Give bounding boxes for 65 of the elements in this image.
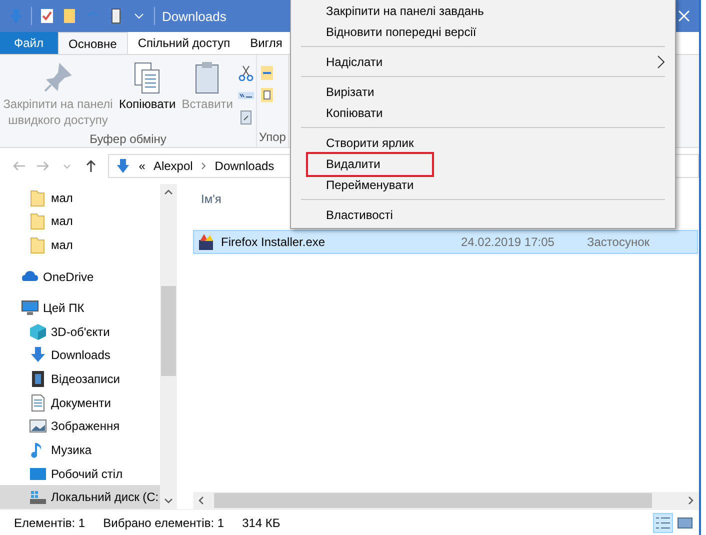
checklist-icon[interactable] <box>39 8 55 24</box>
nav-item[interactable]: 3D-об'єкти <box>0 320 160 344</box>
column-header[interactable]: Ім'я <box>201 192 222 206</box>
menu-item[interactable]: Надіслати <box>291 51 675 72</box>
scroll-thumb[interactable] <box>214 493 652 508</box>
copy-icon[interactable] <box>259 87 276 103</box>
group-label: Упор <box>259 129 286 146</box>
breadcrumb[interactable]: Alexpol <box>153 159 193 173</box>
copy-button[interactable]: Копіювати <box>118 59 177 115</box>
status-text: Вибрано елементів: 1 <box>103 516 224 530</box>
menu-item[interactable]: Створити ярлик <box>291 132 675 153</box>
file-name: Firefox Installer.exe <box>221 235 326 249</box>
menu-item[interactable]: Перейменувати <box>291 174 675 195</box>
cube-icon <box>29 322 47 341</box>
nav-item[interactable]: Музика <box>0 438 160 462</box>
folder-icon <box>29 188 47 207</box>
scrollbar[interactable] <box>160 184 177 509</box>
document-icon <box>29 394 47 412</box>
nav-item[interactable]: Цей ПК <box>0 296 160 320</box>
chevron-icon[interactable] <box>200 162 207 170</box>
ribbon-tab[interactable]: Вигля <box>240 32 292 54</box>
nav-item[interactable]: Відеозаписи <box>0 367 160 391</box>
nav-item[interactable]: Downloads <box>0 344 160 368</box>
file-type: Застосунок <box>587 235 651 249</box>
down-arrow-icon <box>114 158 131 174</box>
menu-item[interactable]: Вирізати <box>291 81 675 102</box>
folder-icon[interactable] <box>62 8 78 24</box>
picture-icon <box>29 417 47 436</box>
nav-item[interactable]: мал <box>0 233 160 257</box>
overflow-chevron[interactable]: « <box>138 159 146 173</box>
scroll-thumb[interactable] <box>161 286 176 376</box>
file-menu-tab[interactable]: Файл <box>0 32 58 54</box>
nav-item[interactable]: OneDrive <box>0 264 160 288</box>
nav-item[interactable]: Документи <box>0 390 160 414</box>
breadcrumb[interactable]: Downloads <box>214 159 274 173</box>
clipboard-icon[interactable] <box>238 109 254 125</box>
file-row[interactable]: Firefox Installer.exe 24.02.2019 17:05 Застосунок <box>193 230 698 254</box>
nav-item[interactable]: мал <box>0 186 160 210</box>
window-title: Downloads <box>162 8 226 24</box>
menu-item[interactable]: Властивості <box>291 204 675 225</box>
ribbon-tab[interactable]: Спільний доступ <box>128 32 240 54</box>
folder-icon <box>29 236 47 254</box>
computer-icon <box>21 299 39 318</box>
film-icon <box>29 370 47 388</box>
status-text: 314 КБ <box>242 516 280 530</box>
folder-icon <box>29 212 47 230</box>
menu-item[interactable]: Закріпити на панелі завдань <box>291 0 675 21</box>
file-date: 24.02.2019 17:05 <box>461 235 556 249</box>
ribbon-tab[interactable]: Основне <box>58 32 128 54</box>
scissors-icon[interactable] <box>238 65 254 81</box>
nav-item[interactable]: мал <box>0 210 160 234</box>
up-icon[interactable] <box>84 159 98 173</box>
down-arrow-icon <box>29 346 47 364</box>
group-label: Буфер обміну <box>88 131 168 148</box>
installer-icon <box>197 233 215 251</box>
nav-item[interactable]: Локальний диск (C: <box>0 485 160 509</box>
menu-item[interactable]: Відновити попередні версії <box>291 21 675 42</box>
nav-item[interactable]: Зображення <box>0 414 160 438</box>
drive-icon <box>29 488 47 506</box>
menu-item[interactable]: Видалити <box>291 153 675 174</box>
menu-item[interactable]: Копіювати <box>291 102 675 123</box>
nav-item[interactable]: Робочий стіл <box>0 462 160 486</box>
scrollbar[interactable] <box>193 492 699 509</box>
status-text: Елементів: 1 <box>14 516 86 530</box>
details-view-button[interactable] <box>653 512 673 532</box>
